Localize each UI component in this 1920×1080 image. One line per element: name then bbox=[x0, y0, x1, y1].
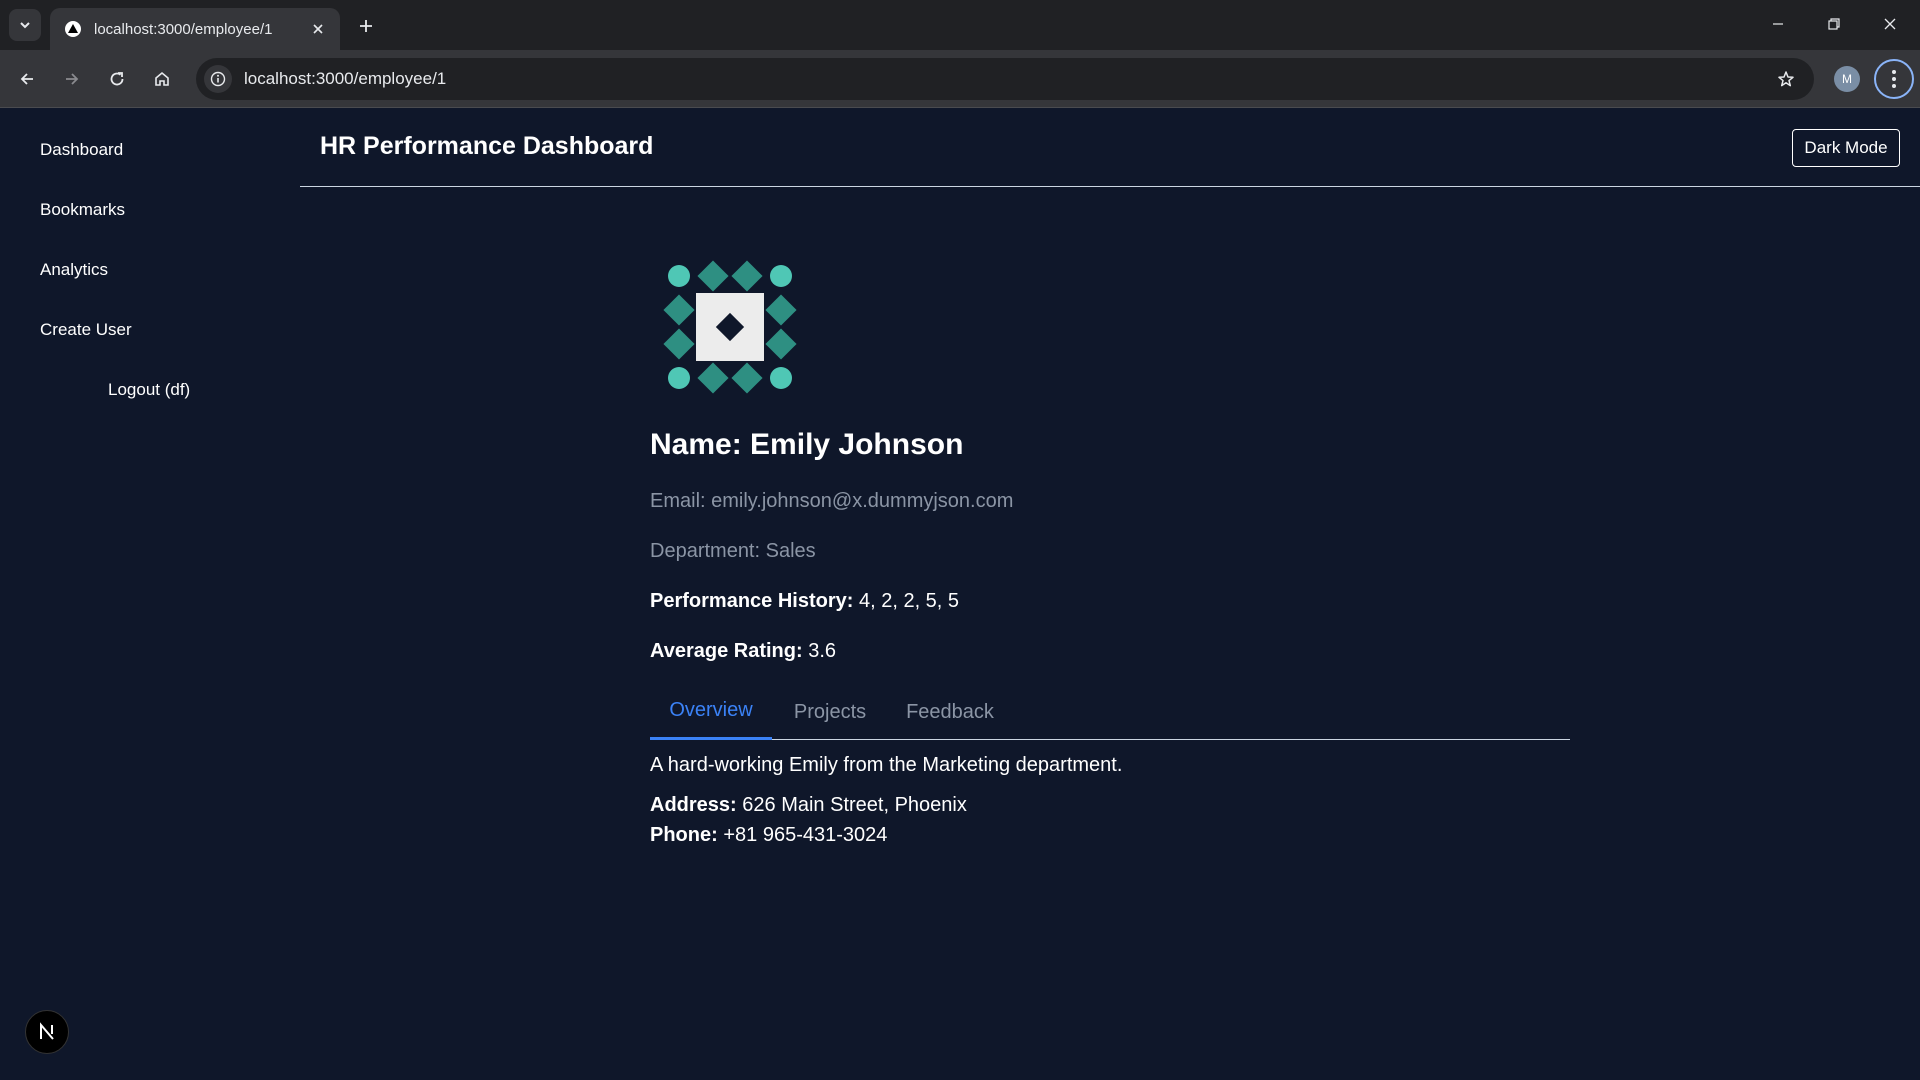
nextjs-n-icon bbox=[40, 1022, 54, 1040]
sidebar: Dashboard Bookmarks Analytics Create Use… bbox=[0, 108, 300, 1080]
address-bar[interactable]: localhost:3000/employee/1 bbox=[196, 58, 1814, 100]
plus-icon bbox=[360, 20, 372, 32]
arrow-right-icon bbox=[66, 73, 79, 85]
home-icon bbox=[155, 71, 169, 86]
sidebar-item-analytics[interactable]: Analytics bbox=[40, 260, 108, 280]
profile-tabs: Overview Projects Feedback bbox=[650, 684, 1570, 740]
new-tab-button[interactable] bbox=[352, 12, 380, 40]
vertical-dots-icon bbox=[1892, 70, 1896, 88]
overview-bio: A hard-working Emily from the Marketing … bbox=[650, 754, 1123, 776]
back-button[interactable] bbox=[11, 63, 43, 95]
url-text[interactable]: localhost:3000/employee/1 bbox=[244, 69, 1770, 89]
browser-tab-bar: localhost:3000/employee/1 bbox=[0, 0, 1920, 50]
employee-department: Department: Sales bbox=[650, 540, 816, 562]
forward-button[interactable] bbox=[56, 63, 88, 95]
employee-email: Email: emily.johnson@x.dummyjson.com bbox=[650, 490, 1014, 512]
employee-address: Address: 626 Main Street, Phoenix bbox=[650, 794, 967, 816]
average-rating: Average Rating: 3.6 bbox=[650, 640, 837, 662]
reload-button[interactable] bbox=[101, 63, 133, 95]
reload-icon bbox=[110, 72, 124, 86]
triangle-favicon-icon bbox=[64, 20, 82, 38]
bookmark-star-icon[interactable] bbox=[1770, 63, 1802, 95]
arrow-left-icon bbox=[20, 73, 33, 85]
tab-projects[interactable]: Projects bbox=[780, 684, 880, 740]
home-button[interactable] bbox=[146, 63, 178, 95]
minimize-icon bbox=[1773, 23, 1783, 25]
page-header: HR Performance Dashboard Dark Mode bbox=[300, 108, 1920, 187]
browser-menu-button[interactable] bbox=[1874, 59, 1914, 99]
sidebar-item-create-user[interactable]: Create User bbox=[40, 320, 132, 340]
nextjs-dev-badge[interactable] bbox=[25, 1010, 69, 1054]
page-title: HR Performance Dashboard bbox=[320, 132, 654, 160]
info-icon[interactable] bbox=[204, 65, 232, 93]
close-window-button[interactable] bbox=[1862, 0, 1918, 48]
tab-overview[interactable]: Overview bbox=[650, 684, 772, 740]
close-icon[interactable] bbox=[308, 19, 328, 39]
restore-icon bbox=[1828, 18, 1840, 30]
restore-button[interactable] bbox=[1806, 0, 1862, 48]
tab-title: localhost:3000/employee/1 bbox=[94, 20, 273, 38]
profile-avatar[interactable]: M bbox=[1834, 66, 1860, 92]
chevron-down-icon bbox=[20, 22, 30, 29]
employee-name: Name: Emily Johnson bbox=[650, 428, 964, 461]
tab-search-button[interactable] bbox=[9, 9, 41, 41]
app-root: Dashboard Bookmarks Analytics Create Use… bbox=[0, 108, 1920, 1080]
minimize-button[interactable] bbox=[1750, 0, 1806, 48]
dark-mode-button[interactable]: Dark Mode bbox=[1792, 129, 1900, 167]
sidebar-item-bookmarks[interactable]: Bookmarks bbox=[40, 200, 125, 220]
close-window-icon bbox=[1884, 18, 1896, 30]
logout-button[interactable]: Logout (df) bbox=[108, 380, 190, 400]
browser-toolbar: localhost:3000/employee/1 bbox=[0, 50, 1920, 108]
performance-history: Performance History: 4, 2, 2, 5, 5 bbox=[650, 590, 960, 612]
sidebar-item-dashboard[interactable]: Dashboard bbox=[40, 140, 123, 160]
employee-phone: Phone: +81 965-431-3024 bbox=[650, 824, 888, 846]
browser-tab[interactable]: localhost:3000/employee/1 bbox=[50, 8, 340, 50]
employee-avatar bbox=[663, 260, 797, 394]
tab-feedback[interactable]: Feedback bbox=[894, 684, 1006, 740]
